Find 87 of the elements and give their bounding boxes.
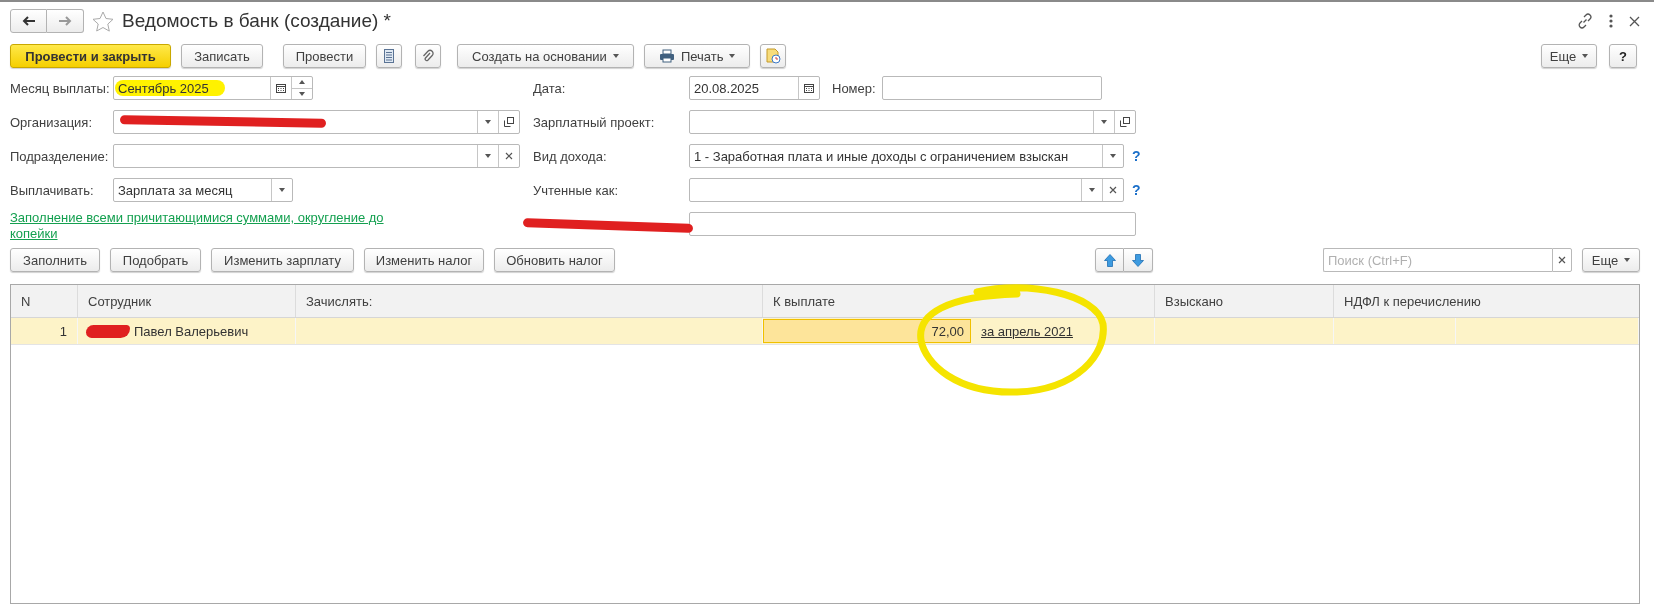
post-and-close-button[interactable]: Провести и закрыть: [10, 44, 171, 68]
back-button[interactable]: [10, 9, 47, 33]
icon-button[interactable]: [376, 44, 402, 68]
toolbar-button[interactable]: Провести: [283, 44, 366, 68]
select-field[interactable]: [689, 110, 1136, 134]
caret-icon: [1110, 154, 1116, 158]
table-command-button[interactable]: Обновить налог: [494, 248, 615, 272]
more-button[interactable]: Еще: [1541, 44, 1597, 68]
field-label: Вид дохода:: [533, 148, 608, 164]
spin-button[interactable]: [291, 77, 312, 99]
caret-icon: [1101, 120, 1107, 124]
close-icon[interactable]: [1629, 15, 1640, 27]
caret-icon: [1089, 188, 1095, 192]
clear-icon: [1558, 256, 1566, 264]
column-header[interactable]: Зачислять:: [296, 285, 763, 317]
caret-icon: [485, 154, 491, 158]
open-window-icon: [1120, 117, 1130, 127]
clear-icon: [505, 152, 513, 160]
table-command-button[interactable]: Изменить зарплату: [211, 248, 354, 272]
search-field[interactable]: Поиск (Ctrl+F): [1323, 248, 1552, 272]
table-cell: Павел Валерьевич: [134, 323, 249, 339]
create-based-on-button[interactable]: Создать на основании: [457, 44, 634, 68]
field-label: Номер:: [832, 80, 876, 96]
amount-field[interactable]: 72,00: [763, 319, 971, 343]
caret-up-icon: [299, 80, 305, 85]
caret-icon: [612, 54, 619, 58]
month-field[interactable]: Сентябрь 2025: [113, 76, 313, 100]
period-link[interactable]: за апрель 2021: [981, 323, 1073, 339]
arrow-right-icon: [58, 16, 72, 26]
print-button[interactable]: Печать: [643, 44, 751, 68]
table-row[interactable]: 1 Павел Валерьевич 72,00 за апрель 2021: [11, 318, 1639, 345]
toolbar-button[interactable]: Записать: [181, 44, 263, 68]
select-field[interactable]: [113, 110, 520, 134]
field-label: Учтенные как:: [533, 182, 620, 198]
fill-link[interactable]: Заполнение всеми причитающимися суммами, округление до копейки: [10, 210, 390, 242]
more-options-icon[interactable]: [1609, 14, 1613, 28]
field-label: Подразделение:: [10, 148, 110, 164]
help-link[interactable]: ?: [1132, 182, 1141, 198]
help-button[interactable]: ?: [1609, 44, 1637, 68]
table-command-button[interactable]: Заполнить: [10, 248, 100, 272]
caret-icon: [1582, 54, 1589, 58]
select-field[interactable]: 1 - Заработная плата и иные доходы с ограничением взыскан: [689, 144, 1124, 168]
select-field[interactable]: [689, 178, 1124, 202]
open-window-icon: [504, 117, 514, 127]
column-header[interactable]: N: [11, 285, 78, 317]
table-cell: 1: [11, 318, 78, 344]
icon-button[interactable]: [760, 44, 787, 68]
report-clock-icon: [765, 48, 782, 64]
icon-button[interactable]: [415, 44, 441, 68]
caret-icon: [1624, 258, 1631, 262]
table-command-button[interactable]: Изменить налог: [364, 248, 484, 272]
table-command-button[interactable]: Подобрать: [110, 248, 201, 272]
column-header[interactable]: Взыскано: [1155, 285, 1334, 317]
column-header[interactable]: НДФЛ к перечислению: [1334, 285, 1639, 317]
move-up-button[interactable]: [1095, 248, 1124, 272]
document-list-icon: [384, 49, 394, 63]
date-field[interactable]: 20.08.2025: [689, 76, 820, 100]
calendar-icon: [276, 83, 286, 93]
move-down-button[interactable]: [1124, 248, 1153, 272]
column-header[interactable]: Сотрудник: [78, 285, 296, 317]
field-label: Месяц выплаты:: [10, 80, 111, 96]
caret-icon: [485, 120, 491, 124]
calendar-icon: [804, 83, 814, 93]
field-label: Дата:: [533, 80, 567, 96]
field-label: Выплачивать:: [10, 182, 95, 198]
paperclip-icon: [422, 49, 434, 63]
field-label: Организация:: [10, 114, 94, 130]
star-icon[interactable]: [92, 10, 114, 32]
more-button[interactable]: Еще: [1582, 248, 1640, 272]
clear-icon: [1109, 186, 1117, 194]
caret-icon: [299, 91, 305, 96]
field-label: Зарплатный проект:: [533, 114, 656, 130]
help-link[interactable]: ?: [1132, 148, 1141, 164]
arrow-left-icon: [21, 16, 36, 26]
arrow-up-icon: [1103, 253, 1116, 267]
text-field[interactable]: [881, 76, 1102, 100]
link-icon[interactable]: [1577, 13, 1593, 29]
window-title: Ведомость в банк (создание) *: [122, 10, 391, 32]
arrow-down-icon: [1132, 253, 1144, 267]
text-field[interactable]: [689, 212, 1136, 236]
caret-icon: [279, 188, 285, 192]
column-header[interactable]: К выплате: [763, 285, 1155, 317]
printer-icon: [658, 49, 675, 63]
caret-icon: [729, 54, 736, 58]
select-field[interactable]: Зарплата за месяц: [113, 178, 293, 202]
select-field[interactable]: [113, 144, 520, 168]
clear-button[interactable]: [1552, 248, 1572, 272]
